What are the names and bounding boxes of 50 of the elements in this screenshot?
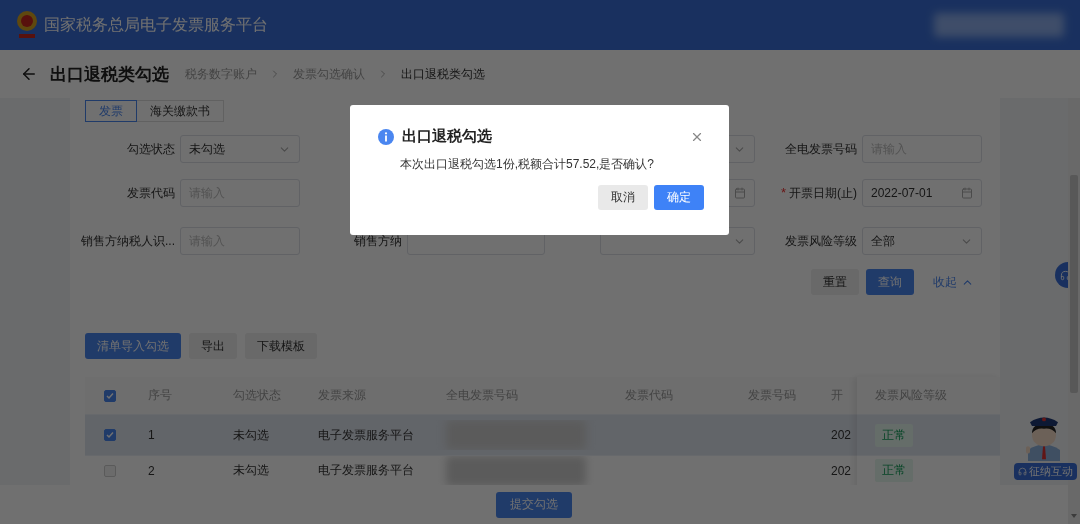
table-cell: 2 (148, 463, 155, 478)
app-title: 国家税务总局电子发票服务平台 (44, 14, 268, 35)
table-cell: 202 (831, 428, 852, 442)
info-icon (378, 128, 394, 145)
toolbar-button[interactable]: 下载模板 (245, 333, 317, 359)
headset-icon (1060, 269, 1068, 281)
dialog-message: 本次出口退税勾选1份,税额合计57.52,是否确认? (400, 156, 656, 173)
checkbox[interactable] (104, 429, 116, 441)
page-title: 出口退税类勾选 (50, 63, 169, 86)
headset-icon (1018, 467, 1027, 476)
field-label: 发票代码 (127, 184, 175, 202)
toolbar-button[interactable]: 导出 (189, 333, 237, 359)
collapse-link[interactable]: 收起 (921, 269, 986, 295)
table-cell: 电子发票服务平台 (318, 426, 414, 444)
field-label: 开票日期(止) (789, 184, 857, 202)
calendar-icon (961, 187, 973, 199)
table-cell: 1 (148, 428, 155, 442)
calendar-icon (734, 187, 746, 199)
table-cell: 未勾选 (233, 426, 269, 444)
tab[interactable]: 发票 (85, 100, 137, 122)
reset-button[interactable]: 重置 (811, 269, 859, 295)
dialog-title: 出口退税勾选 (402, 127, 492, 146)
tab[interactable]: 海关缴款书 (136, 100, 224, 122)
assistant-badge[interactable]: 征纳互动 (1014, 463, 1077, 480)
breadcrumb-item: 出口退税类勾选 (401, 65, 485, 83)
search-button[interactable]: 查询 (866, 269, 914, 295)
table-row[interactable]: 1 未勾选 电子发票服务平台 202 正常 (85, 415, 1000, 456)
back-icon[interactable] (20, 65, 38, 83)
table-cell: 202 (831, 463, 852, 478)
field-label: 勾选状态 (127, 140, 175, 158)
support-button[interactable] (1055, 262, 1068, 288)
field-label: 销售方纳税人识... (81, 232, 175, 250)
badge-label: 征纳互动 (1029, 464, 1073, 479)
select-field[interactable]: 全部 (862, 227, 982, 255)
status-tag: 正常 (875, 423, 913, 447)
field-label: 全电发票号码 (785, 140, 857, 158)
status-tag: 正常 (875, 459, 913, 482)
select-field[interactable]: 未勾选 (180, 135, 300, 163)
confirm-button[interactable]: 确定 (654, 185, 704, 210)
field-label: 发票风险等级 (785, 232, 857, 250)
table-cell: 未勾选 (233, 462, 269, 479)
required-mark: * (780, 184, 786, 202)
toolbar-button[interactable]: 清单导入勾选 (85, 333, 181, 359)
table-cell: 电子发票服务平台 (318, 462, 414, 479)
checkbox[interactable] (104, 389, 116, 402)
date-field[interactable]: 2022-07-01 (862, 179, 982, 207)
emblem-icon (16, 10, 38, 40)
cancel-button[interactable]: 取消 (598, 185, 648, 210)
submit-button[interactable]: 提交勾选 (496, 491, 572, 518)
field-label: 销售方纳 (354, 232, 402, 250)
